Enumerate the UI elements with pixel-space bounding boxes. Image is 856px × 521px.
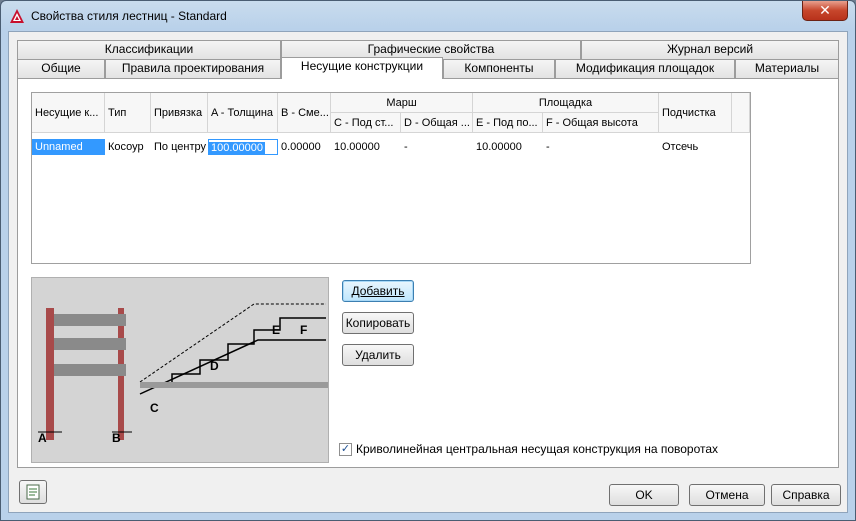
column-group-landing: Площадка xyxy=(473,93,659,113)
tread-2 xyxy=(54,338,126,350)
column-header-cleanup[interactable]: Подчистка xyxy=(659,93,732,133)
tread-1 xyxy=(54,314,126,326)
cell-stringer-name[interactable]: Unnamed xyxy=(32,139,105,155)
cell-landing-f[interactable]: - xyxy=(543,139,659,155)
cell-landing-e[interactable]: 10.00000 xyxy=(473,139,543,155)
label-e: E xyxy=(272,323,280,337)
column-header-thickness[interactable]: A - Толщина xyxy=(208,93,278,133)
tab-components[interactable]: Компоненты xyxy=(443,59,555,78)
cell-anchor[interactable]: По центру xyxy=(151,139,208,155)
label-a: A xyxy=(38,431,47,445)
tab-materials[interactable]: Материалы xyxy=(735,59,839,78)
curved-stringer-label: Криволинейная центральная несущая констр… xyxy=(356,442,719,456)
dialog-client-area: Классификации Графические свойства Журна… xyxy=(8,31,848,513)
stringers-table[interactable]: Несущие к... Тип Привязка A - Толщина B … xyxy=(31,92,751,264)
column-group-flight: Марш xyxy=(331,93,473,113)
label-f: F xyxy=(300,323,307,337)
cancel-button[interactable]: Отмена xyxy=(689,484,765,506)
tab-landing-extensions[interactable]: Модификация площадок xyxy=(555,59,735,78)
style-manager-icon xyxy=(26,484,40,500)
window-title: Свойства стиля лестниц - Standard xyxy=(31,9,227,23)
tab-panel-stringers: Несущие к... Тип Привязка A - Толщина B … xyxy=(17,78,839,468)
dialog-window: Свойства стиля лестниц - Standard ✕ Клас… xyxy=(0,0,856,521)
help-button[interactable]: Справка xyxy=(771,484,841,506)
tab-version-history[interactable]: Журнал версий xyxy=(581,40,839,59)
cell-thickness-editor[interactable]: 100.00000 xyxy=(208,139,278,155)
title-bar[interactable]: Свойства стиля лестниц - Standard ✕ xyxy=(1,1,855,31)
add-button[interactable]: Добавить xyxy=(342,280,414,302)
ok-button[interactable]: OK xyxy=(609,484,679,506)
column-header-landing-e[interactable]: E - Под по... xyxy=(473,113,543,133)
cell-thickness-value[interactable]: 100.00000 xyxy=(209,142,265,154)
label-d: D xyxy=(210,359,219,373)
column-header-flight-d[interactable]: D - Общая ... xyxy=(401,113,473,133)
cell-offset[interactable]: 0.00000 xyxy=(278,139,331,155)
column-header-offset[interactable]: B - Сме... xyxy=(278,93,331,133)
column-header-stringer[interactable]: Несущие к... xyxy=(32,93,105,133)
stringer-post-left xyxy=(46,308,54,440)
tab-stringers[interactable]: Несущие конструкции xyxy=(281,57,443,79)
copy-button-label: Копировать xyxy=(345,316,411,330)
column-header-type[interactable]: Тип xyxy=(105,93,151,133)
delete-button-label: Удалить xyxy=(355,348,401,362)
column-header-anchor[interactable]: Привязка xyxy=(151,93,208,133)
column-header-filler xyxy=(732,93,750,133)
add-button-label: Добавить xyxy=(351,284,405,298)
stringer-illustration: A B C D E F xyxy=(31,277,330,463)
close-button[interactable]: ✕ xyxy=(802,1,848,21)
tread-3 xyxy=(54,364,126,376)
style-library-button[interactable] xyxy=(19,480,47,504)
copy-button[interactable]: Копировать xyxy=(342,312,414,334)
tab-design-rules[interactable]: Правила проектирования xyxy=(105,59,281,78)
tab-general[interactable]: Общие xyxy=(17,59,105,78)
stringer-top-dashed xyxy=(139,303,326,383)
curved-stringer-checkbox[interactable]: ✓ xyxy=(339,443,352,456)
cell-type[interactable]: Косоур xyxy=(105,139,151,155)
cell-flight-d[interactable]: - xyxy=(401,139,473,155)
cell-cleanup[interactable]: Отсечь xyxy=(659,139,732,155)
delete-button[interactable]: Удалить xyxy=(342,344,414,366)
cell-flight-c[interactable]: 10.00000 xyxy=(331,139,401,155)
label-c: C xyxy=(150,401,159,415)
stair-diagram: A B C D E F xyxy=(38,303,330,445)
floor-slab xyxy=(140,382,330,388)
column-header-landing-f[interactable]: F - Общая высота xyxy=(543,113,659,133)
tab-classifications[interactable]: Классификации xyxy=(17,40,281,59)
column-header-flight-c[interactable]: C - Под ст... xyxy=(331,113,401,133)
autocad-app-icon xyxy=(10,9,24,23)
label-b: B xyxy=(112,431,121,445)
